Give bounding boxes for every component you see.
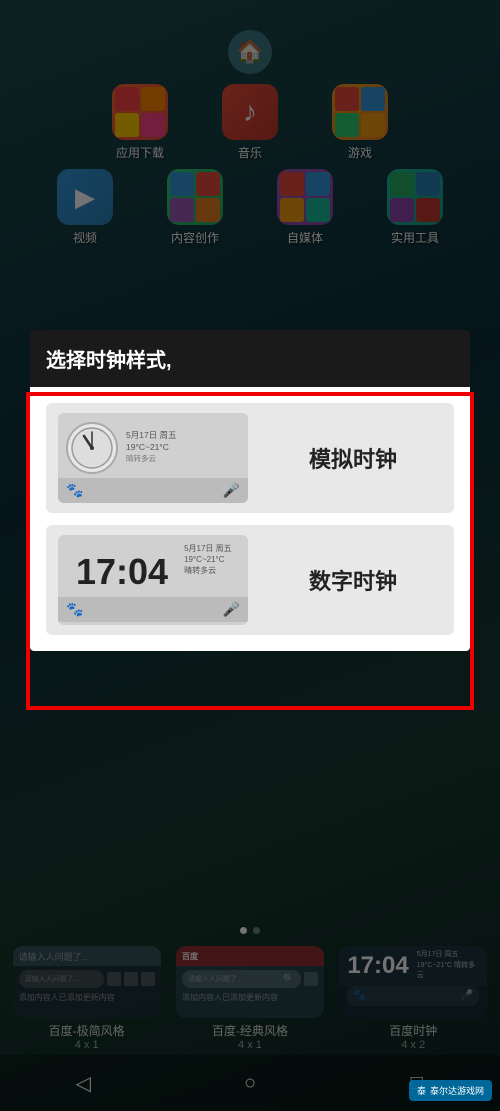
paw-icon-digital: 🐾 bbox=[66, 601, 83, 618]
digital-clock-label: 数字时钟 bbox=[264, 564, 442, 596]
digital-clock-option[interactable]: 17:04 5月17日 周五 19°C~21°C 晴转多云 🐾 🎤 数字时钟 bbox=[46, 525, 454, 635]
watermark: 泰 泰尔达游戏网 bbox=[409, 1080, 492, 1101]
paw-icon-analog: 🐾 bbox=[66, 482, 83, 499]
watermark-text: 泰尔达游戏网 bbox=[430, 1084, 484, 1097]
digital-clock-bottom-bar: 🐾 🎤 bbox=[58, 597, 248, 622]
digital-clock-time: 17:04 bbox=[66, 543, 176, 593]
mic-icon-analog: 🎤 bbox=[223, 482, 240, 499]
analog-clock-bottom-bar: 🐾 🎤 bbox=[58, 478, 248, 503]
analog-clock-option[interactable]: 5月17日 周五 19°C~21°C 晴转多云 🐾 🎤 模拟时钟 bbox=[46, 403, 454, 513]
analog-clock-face bbox=[66, 422, 118, 474]
analog-clock-preview: 5月17日 周五 19°C~21°C 晴转多云 🐾 🎤 bbox=[58, 413, 248, 503]
analog-clock-info: 5月17日 周五 19°C~21°C 晴转多云 bbox=[126, 430, 177, 464]
digital-clock-info: 5月17日 周五 19°C~21°C 晴转多云 bbox=[180, 543, 236, 577]
dialog-content: 5月17日 周五 19°C~21°C 晴转多云 🐾 🎤 模拟时钟 17:04 bbox=[30, 387, 470, 651]
clock-style-dialog: 选择时钟样式, bbox=[30, 330, 470, 651]
analog-clock-label: 模拟时钟 bbox=[264, 442, 442, 474]
watermark-logo: 泰 bbox=[417, 1084, 426, 1097]
digital-clock-preview: 17:04 5月17日 周五 19°C~21°C 晴转多云 🐾 🎤 bbox=[58, 535, 248, 625]
mic-icon-digital: 🎤 bbox=[223, 601, 240, 618]
dialog-title: 选择时钟样式, bbox=[30, 330, 470, 387]
